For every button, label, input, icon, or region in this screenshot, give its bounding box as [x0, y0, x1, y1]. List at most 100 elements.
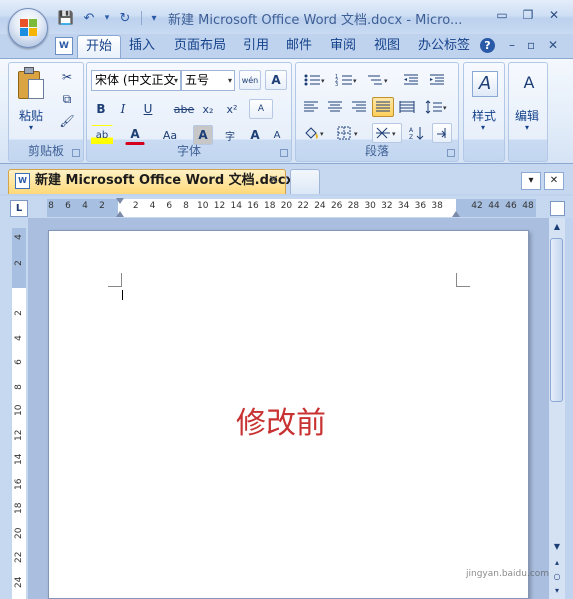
view-ruler-icon[interactable] [550, 201, 565, 216]
tab-home[interactable]: 开始 [77, 35, 122, 58]
font-dialog-launcher-icon[interactable] [280, 149, 288, 157]
scrollbar-thumb[interactable] [550, 238, 563, 402]
paste-icon[interactable] [15, 67, 47, 103]
first-line-indent-marker[interactable] [116, 198, 124, 204]
binoculars-icon: A [515, 71, 543, 97]
ruler-number: 24 [14, 576, 24, 588]
ribbon-minimize-button[interactable]: – [509, 38, 515, 52]
editing-group[interactable]: A 编辑 ▾ [508, 62, 548, 162]
font-size-dropdown[interactable]: 五号 ▾ [181, 70, 235, 91]
close-button[interactable]: ✕ [543, 6, 565, 24]
svg-text:▾: ▾ [353, 77, 357, 85]
tab-page-layout[interactable]: 页面布局 [166, 35, 234, 58]
shading-button[interactable]: ▾ [300, 123, 330, 143]
help-icon[interactable]: ? [480, 38, 495, 53]
align-left-button[interactable] [300, 97, 322, 117]
superscript-button[interactable]: x² [221, 99, 243, 119]
previous-page-icon[interactable]: ▴ [550, 556, 564, 570]
tab-mailings[interactable]: 邮件 [278, 35, 320, 58]
strikethrough-button[interactable]: abe [173, 99, 195, 119]
clipboard-group: 粘贴 ▾ ✂ ⧉ 🖌 剪贴板 [8, 62, 84, 162]
editing-label: 编辑 [515, 109, 540, 123]
ribbon-close-button[interactable]: ✕ [548, 38, 558, 52]
document-text[interactable]: 修改前 [236, 398, 326, 442]
styles-group[interactable]: A 样式 ▾ [463, 62, 505, 162]
svg-text:A: A [409, 127, 414, 134]
customize-qat-icon[interactable]: ▾ [148, 9, 160, 28]
decrease-indent-button[interactable] [400, 70, 422, 90]
close-document-button[interactable]: ✕ [544, 172, 564, 190]
align-center-button[interactable] [324, 97, 346, 117]
line-spacing-button[interactable]: ▾ [422, 97, 452, 117]
word-document-icon[interactable]: W [55, 37, 73, 55]
tab-office-tab[interactable]: 办公标签 [410, 35, 478, 58]
show-marks-button[interactable] [432, 123, 452, 143]
scroll-down-icon[interactable]: ▼ [550, 540, 564, 554]
tab-selector-icon[interactable]: L [10, 200, 28, 217]
ruler-number: 6 [65, 201, 71, 211]
bullets-button[interactable]: ▾ [300, 70, 328, 90]
clipboard-dialog-launcher-icon[interactable] [72, 149, 80, 157]
align-right-button[interactable] [348, 97, 370, 117]
cut-icon[interactable]: ✂ [57, 67, 77, 87]
restore-button[interactable]: ❐ [517, 6, 539, 24]
vertical-ruler-numbers: 4 2 2 4 6 8 10 12 14 16 18 20 22 24 [12, 228, 26, 599]
borders-button[interactable]: ▾ [334, 123, 364, 143]
next-page-icon[interactable]: ▾ [550, 584, 564, 598]
copy-icon[interactable]: ⧉ [57, 89, 77, 109]
scroll-up-icon[interactable]: ▲ [550, 220, 564, 234]
font-name-dropdown[interactable]: 宋体 (中文正文 ▾ [91, 70, 181, 91]
right-indent-marker[interactable] [452, 211, 460, 217]
tab-references[interactable]: 引用 [235, 35, 277, 58]
close-tab-icon[interactable]: ✕ [268, 170, 279, 192]
numbering-button[interactable]: 1 2 3 ▾ [332, 70, 360, 90]
svg-text:▾: ▾ [321, 77, 325, 85]
tab-list-button[interactable]: ▾ [521, 172, 541, 190]
tab-insert[interactable]: 插入 [121, 35, 163, 58]
ruler-number: 48 [522, 201, 534, 211]
increase-indent-button[interactable] [426, 70, 448, 90]
qat-separator [141, 11, 142, 25]
ruler-number: 26 [330, 201, 343, 211]
ruler-number: 2 [99, 201, 105, 211]
increase-indent-icon [430, 74, 444, 85]
align-left-icon [304, 101, 318, 112]
clear-formatting-button[interactable]: A [249, 99, 273, 119]
redo-icon[interactable]: ↻ [115, 9, 135, 28]
sort-button[interactable]: AZ [406, 123, 428, 143]
subscript-button[interactable]: x₂ [197, 99, 219, 119]
svg-text:▾: ▾ [354, 130, 358, 138]
tab-review[interactable]: 审阅 [322, 35, 364, 58]
ruler-number: 8 [48, 201, 54, 211]
select-browse-object-icon[interactable]: ○ [550, 570, 564, 584]
window-controls: ▭ ❐ ✕ [491, 6, 565, 24]
bold-button[interactable]: B [91, 99, 111, 119]
crop-mark-top-right [456, 273, 470, 287]
character-border-button[interactable]: A [265, 70, 287, 90]
ruler-number: 20 [14, 527, 24, 539]
italic-button[interactable]: I [113, 99, 133, 119]
left-indent-marker[interactable] [116, 211, 124, 217]
justify-button[interactable] [372, 97, 394, 117]
new-tab-button[interactable] [290, 169, 320, 194]
paragraph-dialog-launcher-icon[interactable] [447, 149, 455, 157]
format-painter-icon[interactable]: 🖌 [57, 111, 77, 131]
tab-view[interactable]: 视图 [366, 35, 408, 58]
undo-icon[interactable]: ↶ [79, 9, 99, 28]
phonetic-guide-button[interactable]: wén [239, 70, 261, 90]
office-button[interactable] [8, 8, 48, 48]
save-icon[interactable]: 💾 [56, 9, 76, 28]
document-tab[interactable]: W 新建 Microsoft Office Word 文档.docx ✕ [8, 169, 294, 194]
undo-dropdown-icon[interactable]: ▾ [102, 9, 112, 28]
ruler-number: 10 [14, 404, 24, 416]
minimize-button[interactable]: ▭ [491, 6, 513, 24]
document-tab-title: 新建 Microsoft Office Word 文档.docx [35, 173, 294, 188]
underline-button[interactable]: U [137, 99, 159, 119]
distributed-button[interactable] [396, 97, 418, 117]
paste-dropdown-icon[interactable]: ▾ [29, 123, 33, 132]
ribbon-restore-button[interactable]: ▫ [527, 38, 535, 52]
svg-text:▾: ▾ [392, 130, 396, 138]
chinese-layout-button[interactable]: ▾ [372, 123, 402, 143]
multilevel-list-button[interactable]: ▾ [364, 70, 392, 90]
paste-label[interactable]: 粘贴 [19, 107, 43, 124]
